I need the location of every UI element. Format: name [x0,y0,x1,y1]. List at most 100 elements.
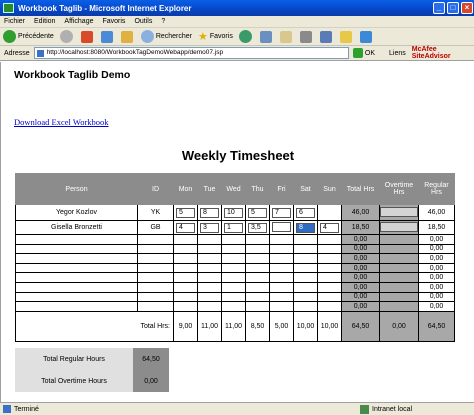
empty-cell [293,291,318,303]
thu-cell: 5 [245,204,270,221]
empty-cell [245,272,270,283]
page-content: Workbook Taglib Demo Download Excel Work… [0,62,474,402]
sat-cell: 6 [293,204,318,221]
empty-cell [137,272,174,283]
favorites-button[interactable]: ★ Favoris [198,30,233,43]
refresh-icon [100,30,113,43]
empty-row: 0,00 0,00 [15,253,455,264]
empty-cell: 0,00 [341,291,380,303]
empty-cell: 0,00 [341,281,380,293]
address-label: Adresse [4,49,30,57]
empty-cell [379,301,419,312]
empty-cell [221,301,246,312]
table-row: Yegor Kozlov YK 5 8 10 5 7 6 46,00 46,00 [15,204,455,221]
favorites-label: Favoris [209,33,233,40]
folder-button[interactable] [339,30,354,43]
ie-icon [3,3,14,13]
menu-favoris[interactable]: Favoris [102,18,125,25]
go-button[interactable]: OK [352,48,375,58]
empty-cell [173,281,198,293]
home-icon [120,30,133,43]
overtime-input[interactable] [380,206,418,217]
id-cell: YK [137,204,174,221]
mon-cell: 4 [173,220,198,235]
address-input[interactable]: http://localhost:8080/WorkbookTagDemoWeb… [33,47,349,59]
overtime-input[interactable] [380,221,418,232]
search-button[interactable]: Rechercher [140,30,192,43]
hours-input[interactable]: 7 [272,207,291,218]
hours-input[interactable] [272,221,291,232]
back-button[interactable]: Précédente [3,30,54,43]
hours-input[interactable]: 10 [224,207,243,218]
print-button[interactable] [299,30,314,43]
empty-cell: 0,00 [341,234,380,245]
overtime-cell [379,220,419,235]
zone-indicator: Intranet local [360,405,412,414]
stop-button[interactable] [80,30,95,43]
hours-input[interactable]: 4 [320,222,339,233]
empty-cell [379,272,419,283]
hours-input-selected[interactable]: 8 [296,222,315,233]
thu-cell: 3,5 [245,220,270,235]
empty-cell [293,234,318,245]
col-overtime: Overtime Hrs [379,173,419,205]
minimize-button[interactable]: _ [433,2,445,14]
download-workbook-link[interactable]: Download Excel Workbook [14,117,109,127]
forward-arrow-icon [59,30,73,43]
print-icon [299,30,312,43]
history-icon [259,30,272,43]
empty-cell [245,253,270,264]
edit-button[interactable] [319,30,334,43]
empty-cell [269,243,294,255]
menu-affichage[interactable]: Affichage [64,18,93,25]
messenger-icon [359,30,372,43]
links-label[interactable]: Liens [389,50,406,57]
mon-cell: 5 [173,204,198,221]
hours-input[interactable]: 5 [248,207,267,218]
maximize-button[interactable]: □ [447,2,459,14]
col-fri: Fri [269,173,294,205]
col-thu: Thu [245,173,270,205]
empty-cell [197,243,222,255]
refresh-button[interactable] [100,30,115,43]
empty-cell [221,281,246,293]
menu-help[interactable]: ? [161,18,165,25]
empty-cell: 0,00 [418,301,455,312]
close-button[interactable]: × [461,2,473,14]
menu-outils[interactable]: Outils [134,18,152,25]
empty-cell [293,281,318,293]
empty-row: 0,00 0,00 [15,272,455,283]
menu-edition[interactable]: Edition [34,18,55,25]
mcafee-siteadvisor[interactable]: McAfee SiteAdvisor [412,46,474,60]
search-icon [140,30,154,43]
hours-input[interactable]: 3,5 [248,222,267,233]
messenger-button[interactable] [359,30,374,43]
hours-input[interactable]: 4 [176,222,195,233]
empty-row: 0,00 0,00 [15,243,455,255]
zone-label: Intranet local [372,406,413,413]
hours-input[interactable]: 5 [176,207,195,218]
empty-cell [379,262,419,274]
grand-regular: 64,50 [418,310,455,342]
empty-cell: 0,00 [341,301,380,312]
empty-cell [317,243,342,255]
hours-input[interactable]: 3 [200,222,219,233]
empty-row: 0,00 0,00 [15,281,455,293]
menu-fichier[interactable]: Fichier [4,18,25,25]
hours-input[interactable]: 8 [200,207,219,218]
col-total: Total Hrs [341,173,380,205]
empty-cell [173,301,198,312]
grand-overtime: 0,00 [379,310,419,342]
empty-cell [293,301,318,312]
history-button[interactable] [259,30,274,43]
hours-input[interactable]: 6 [296,207,315,218]
forward-button[interactable] [59,30,75,43]
empty-cell [293,243,318,255]
hours-input[interactable]: 1 [224,222,243,233]
home-button[interactable] [120,30,135,43]
media-button[interactable] [238,30,254,43]
mail-button[interactable] [279,30,294,43]
empty-cell [197,253,222,264]
empty-cell: 0,00 [341,262,380,274]
empty-cell [137,243,174,255]
